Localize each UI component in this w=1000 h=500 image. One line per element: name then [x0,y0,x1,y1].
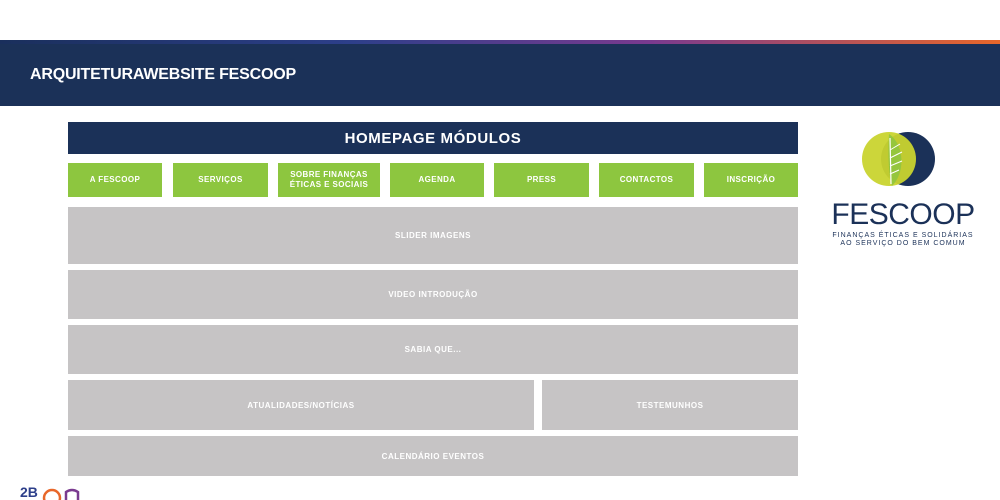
nav-item-press[interactable]: PRESS [494,163,589,197]
nav-item-a-fescoop[interactable]: A FESCOOP [68,163,162,197]
fescoop-tagline: FINANÇAS ÉTICAS E SOLIDÁRIAS AO SERVIÇO … [828,232,978,248]
corner-brand-logo: 2B [20,484,90,500]
events-calendar-block: CALENDÁRIO EVENTOS [68,436,798,476]
fescoop-wordmark: FESCOOP [831,198,975,231]
nav-menu-row: A FESCOOP SERVIÇOS SOBRE FINANÇAS ÉTICAS… [68,163,798,197]
slide-title: ARQUITETURAWEBSITE FESCOOP [30,66,296,83]
nav-item-sobre-financas[interactable]: SOBRE FINANÇAS ÉTICAS E SOCIAIS [278,163,380,197]
slide-header: ARQUITETURAWEBSITE FESCOOP [0,44,1000,106]
tagline-line-1: FINANÇAS ÉTICAS E SOLIDÁRIAS [832,232,974,239]
fescoop-logo: FESCOOP FINANÇAS ÉTICAS E SOLIDÁRIAS AO … [818,126,978,256]
homepage-modules-title-bar: HOMEPAGE MÓDULOS [68,122,798,154]
nav-item-agenda[interactable]: AGENDA [390,163,484,197]
testimonials-block: TESTEMUNHOS [542,380,798,430]
homepage-modules-title: HOMEPAGE MÓDULOS [344,129,522,147]
slider-images-block: SLIDER IMAGENS [68,207,798,264]
corner-brand-text: 2B [20,484,38,500]
sabia-que-block: SABIA QUE... [68,325,798,374]
nav-item-servicos[interactable]: SERVIÇOS [173,163,268,197]
video-intro-block: VIDEO INTRODUÇÃO [68,270,798,319]
news-block: ATUALIDADES/NOTÍCIAS [68,380,534,430]
nav-item-contactos[interactable]: CONTACTOS [599,163,694,197]
corner-brand-mark-icon [42,488,80,500]
tagline-line-2: AO SERVIÇO DO BEM COMUM [840,240,966,247]
nav-item-inscricao[interactable]: INSCRIÇÃO [704,163,798,197]
leaf-circles-icon [862,132,935,186]
